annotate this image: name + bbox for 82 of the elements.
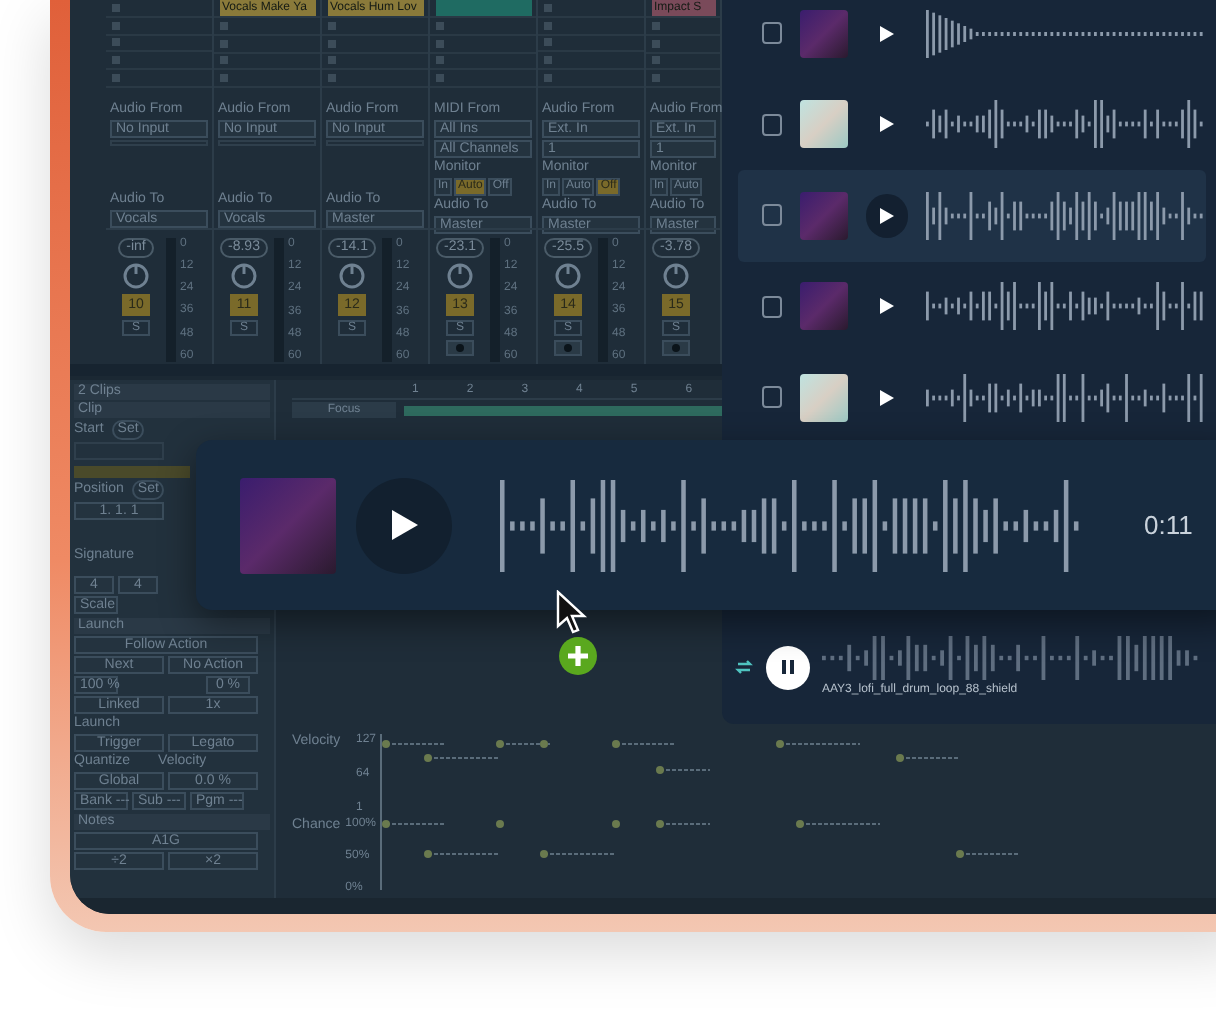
clip-stop-square[interactable] — [652, 21, 660, 30]
album-art-placeholder — [800, 100, 849, 149]
note-marker[interactable] — [424, 850, 499, 858]
clip-stop-square[interactable] — [544, 56, 552, 65]
level-meter — [598, 237, 608, 362]
clip-stop-square[interactable] — [652, 39, 660, 48]
duration-label: 0:11 — [1144, 507, 1193, 544]
empty-field[interactable] — [326, 140, 424, 146]
play-icon — [880, 207, 895, 224]
play-icon — [880, 116, 895, 133]
clip-stop-square[interactable] — [112, 73, 120, 82]
record-arm-button[interactable] — [446, 340, 474, 356]
note-marker[interactable] — [382, 820, 447, 828]
note-marker[interactable] — [424, 754, 499, 762]
row-checkbox[interactable] — [762, 386, 783, 409]
note-marker[interactable] — [540, 850, 615, 858]
row-checkbox[interactable] — [762, 295, 783, 318]
album-art-placeholder — [800, 373, 849, 422]
play-button[interactable] — [866, 193, 908, 238]
clip-stop-square[interactable] — [220, 21, 228, 30]
note-marker[interactable] — [382, 740, 447, 748]
clip-stop-square[interactable] — [652, 56, 660, 65]
sample-row[interactable] — [738, 170, 1206, 261]
empty-field[interactable] — [74, 442, 164, 460]
clip-stop-square[interactable] — [112, 3, 120, 12]
clip-stop-square[interactable] — [112, 38, 120, 47]
note-marker[interactable] — [656, 766, 711, 774]
pan-knob-icon[interactable] — [338, 262, 366, 290]
clip-stop-square[interactable] — [328, 74, 336, 83]
clip-stop-square[interactable] — [220, 39, 228, 48]
album-art-placeholder — [240, 477, 336, 573]
play-icon — [880, 298, 895, 315]
row-checkbox[interactable] — [762, 113, 783, 136]
clip-stop-square[interactable] — [112, 21, 120, 30]
note-marker[interactable] — [896, 754, 961, 762]
empty-field[interactable] — [218, 140, 316, 146]
clip-stop-square[interactable] — [436, 21, 444, 30]
clip-stop-square[interactable] — [328, 56, 336, 65]
record-arm-button[interactable] — [662, 340, 690, 356]
clip-stop-square[interactable] — [112, 56, 120, 65]
pause-icon — [782, 660, 794, 674]
clip-slot[interactable] — [436, 0, 532, 16]
note-marker[interactable] — [796, 820, 881, 828]
row-checkbox[interactable] — [762, 22, 783, 45]
pan-knob-icon[interactable] — [554, 261, 582, 290]
album-art-placeholder — [800, 282, 849, 331]
play-icon — [880, 389, 895, 406]
clip-stop-square[interactable] — [220, 56, 228, 65]
clip-stop-square[interactable] — [652, 74, 660, 83]
add-badge-icon — [558, 636, 598, 676]
note-marker[interactable] — [496, 740, 551, 748]
loop-icon[interactable] — [734, 658, 754, 676]
pan-knob-icon[interactable] — [662, 262, 690, 290]
note-marker[interactable] — [776, 740, 861, 748]
note-marker[interactable] — [956, 850, 1021, 858]
clip-stop-square[interactable] — [220, 74, 228, 83]
note-marker[interactable] — [612, 820, 620, 828]
note-marker[interactable] — [496, 820, 504, 828]
note-marker[interactable] — [540, 740, 548, 748]
note-marker[interactable] — [612, 740, 677, 748]
clip-stop-square[interactable] — [436, 39, 444, 48]
clip-stop-square[interactable] — [544, 73, 552, 82]
pan-knob-icon[interactable] — [446, 262, 474, 290]
mouse-cursor-icon — [556, 590, 588, 634]
clip-stop-square[interactable] — [328, 39, 336, 48]
clip-stop-square[interactable] — [544, 3, 552, 12]
album-art-placeholder — [800, 9, 849, 58]
clip-stop-square[interactable] — [544, 38, 552, 47]
pan-knob-icon[interactable] — [230, 262, 258, 290]
clip-stop-square[interactable] — [544, 21, 552, 30]
album-art-placeholder — [800, 191, 849, 240]
play-icon — [391, 510, 417, 540]
pan-knob-icon[interactable] — [122, 261, 150, 290]
clip-stop-square[interactable] — [436, 74, 444, 83]
pause-button[interactable] — [766, 645, 810, 689]
note-marker[interactable] — [656, 820, 711, 828]
play-icon — [880, 25, 895, 42]
clip-stop-square[interactable] — [328, 21, 336, 30]
play-button[interactable] — [356, 477, 452, 573]
row-checkbox[interactable] — [762, 204, 783, 227]
record-arm-button[interactable] — [554, 339, 582, 356]
clip-stop-square[interactable] — [436, 56, 444, 65]
